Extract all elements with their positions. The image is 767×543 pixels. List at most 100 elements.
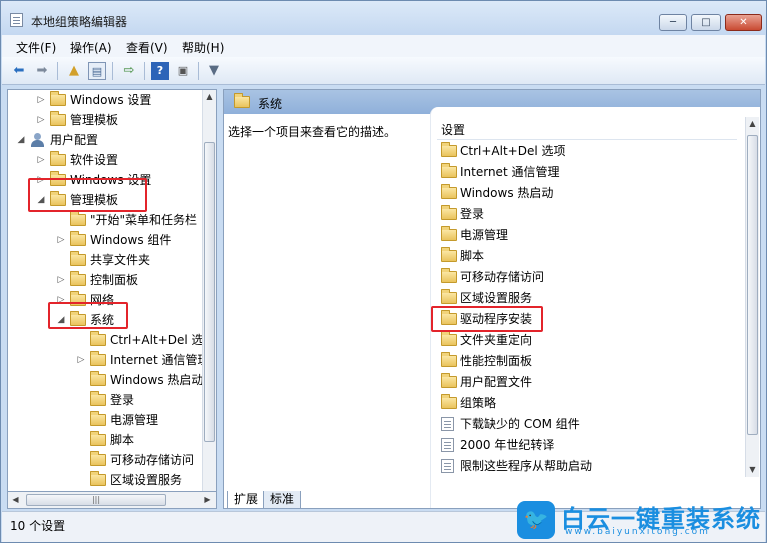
- folder-icon: [50, 111, 66, 126]
- folder-icon: [441, 205, 457, 220]
- folder-icon: [50, 191, 66, 206]
- collapse-arrow-icon[interactable]: ◢: [56, 310, 66, 330]
- properties-icon[interactable]: ▣: [174, 62, 192, 80]
- tree-item[interactable]: ▷ 网络: [8, 290, 204, 310]
- tree-item[interactable]: ▷ 控制面板: [8, 270, 204, 290]
- tree-item[interactable]: Ctrl+Alt+Del 选项: [8, 330, 215, 350]
- minimize-button[interactable]: ─: [659, 14, 687, 31]
- maximize-button[interactable]: □: [691, 14, 721, 31]
- list-item-label: 驱动程序安装: [460, 312, 533, 326]
- expand-arrow-icon[interactable]: ▷: [36, 150, 46, 170]
- tree-item[interactable]: ▷ 软件设置: [8, 150, 204, 170]
- tab-standard[interactable]: 标准: [263, 491, 302, 509]
- toolbar-separator: [198, 62, 199, 80]
- expand-arrow-icon[interactable]: ▷: [56, 230, 66, 250]
- list-vertical-scrollbar[interactable]: ▲ ▼: [745, 117, 759, 477]
- folder-icon: [441, 226, 457, 241]
- scroll-thumb[interactable]: |||: [26, 494, 166, 506]
- tree-item[interactable]: 脚本: [8, 430, 204, 450]
- tree-item[interactable]: 登录: [8, 390, 204, 410]
- menu-view[interactable]: 查看(V): [126, 39, 168, 56]
- tree-item-system[interactable]: ◢ 系统: [8, 310, 204, 330]
- tree-item[interactable]: 可移动存储访问: [8, 450, 204, 470]
- close-button[interactable]: ✕: [725, 14, 762, 31]
- list-item-label: 性能控制面板: [460, 354, 533, 368]
- watermark: 🐦 白云一键重装系统 www.baiyunxitong.com: [517, 499, 765, 541]
- tree-item[interactable]: 电源管理: [8, 410, 204, 430]
- menu-action[interactable]: 操作(A): [70, 39, 112, 56]
- tab-extended[interactable]: 扩展: [227, 491, 266, 509]
- export-list-icon[interactable]: ⇨: [120, 62, 138, 80]
- expand-arrow-icon[interactable]: ▷: [36, 110, 46, 130]
- collapse-arrow-icon[interactable]: ◢: [36, 190, 46, 210]
- bird-logo-icon: 🐦: [517, 501, 555, 539]
- up-folder-icon[interactable]: ▲: [65, 62, 83, 80]
- list-item-label: 登录: [460, 207, 485, 221]
- tree-item-label: 网络: [90, 293, 115, 307]
- tree-item[interactable]: ▷ Windows 设置: [8, 170, 204, 190]
- tree-item[interactable]: "开始"菜单和任务栏: [8, 210, 204, 230]
- column-header-setting[interactable]: 设置: [441, 121, 465, 138]
- expand-arrow-icon[interactable]: ▷: [36, 170, 46, 190]
- scroll-thumb[interactable]: [747, 135, 758, 435]
- tree-item[interactable]: 区域设置服务: [8, 470, 204, 490]
- policy-setting-icon: [441, 417, 454, 431]
- tree-pane[interactable]: ▷ Windows 设置 ▷ 管理模板 ◢ 用户配置 ▷ 软件设置 ▷ Wind…: [7, 89, 217, 509]
- list-item-label: 2000 年世纪转译: [460, 438, 555, 452]
- tree-item-label: 用户配置: [50, 133, 99, 147]
- collapse-arrow-icon[interactable]: ◢: [16, 130, 26, 150]
- policy-setting-icon: [441, 459, 454, 473]
- folder-icon: [441, 352, 457, 367]
- tree-item[interactable]: ▷ Windows 组件: [8, 230, 204, 250]
- title-bar[interactable]: 本地组策略编辑器 ─ □ ✕: [1, 1, 766, 35]
- list-item-label: 用户配置文件: [460, 375, 533, 389]
- scroll-left-arrow-icon[interactable]: ◀: [9, 493, 22, 507]
- scroll-up-arrow-icon[interactable]: ▲: [203, 90, 216, 104]
- menu-file[interactable]: 文件(F): [16, 39, 56, 56]
- folder-icon: [70, 291, 86, 306]
- tree-horizontal-scrollbar[interactable]: ◀ ||| ▶: [7, 491, 217, 509]
- folder-icon: [90, 411, 106, 426]
- toolbar-separator: [57, 62, 58, 80]
- folder-icon: [50, 91, 66, 106]
- tree-item[interactable]: ▷ Windows 设置: [8, 90, 204, 110]
- menu-help[interactable]: 帮助(H): [182, 39, 224, 56]
- list-item-label: 组策略: [460, 396, 497, 410]
- details-header-title: 系统: [258, 97, 283, 111]
- folder-icon: [441, 268, 457, 283]
- expand-arrow-icon[interactable]: ▷: [56, 290, 66, 310]
- scroll-thumb[interactable]: [204, 142, 215, 442]
- tree-item-admin-templates[interactable]: ◢ 管理模板: [8, 190, 204, 210]
- tree-item-label: 电源管理: [110, 413, 159, 427]
- tree-item[interactable]: ▷ 管理模板: [8, 110, 204, 130]
- back-arrow-icon[interactable]: ⬅: [10, 62, 28, 80]
- folder-icon: [90, 351, 106, 366]
- list-item-label: 脚本: [460, 249, 485, 263]
- tree-item-label: Windows 热启动: [110, 373, 204, 387]
- show-hide-tree-icon[interactable]: ▤: [88, 62, 106, 80]
- filter-icon[interactable]: ▼: [205, 62, 223, 80]
- tree-item-label: Windows 设置: [70, 93, 152, 107]
- policy-editor-app-icon: [10, 13, 23, 27]
- folder-icon: [90, 451, 106, 466]
- tree-item-label: Windows 设置: [70, 173, 152, 187]
- scroll-right-arrow-icon[interactable]: ▶: [201, 493, 214, 507]
- toolbar-separator: [112, 62, 113, 80]
- tree-vertical-scrollbar[interactable]: ▲ ▼: [202, 90, 216, 508]
- settings-list[interactable]: 设置 Ctrl+Alt+Del 选项 Internet 通信管理 Windows…: [430, 107, 760, 508]
- expand-arrow-icon[interactable]: ▷: [76, 350, 86, 370]
- help-icon[interactable]: ?: [151, 62, 169, 80]
- tree-item-user-config[interactable]: ◢ 用户配置: [8, 130, 204, 150]
- scroll-down-arrow-icon[interactable]: ▼: [746, 463, 759, 477]
- tree-item[interactable]: Windows 热启动: [8, 370, 204, 390]
- list-item-label: 文件夹重定向: [460, 333, 533, 347]
- tree-item[interactable]: ▷ Internet 通信管理: [8, 350, 209, 370]
- forward-arrow-icon[interactable]: ➡: [33, 62, 51, 80]
- expand-arrow-icon[interactable]: ▷: [36, 90, 46, 110]
- folder-icon: [70, 251, 86, 266]
- tree-item[interactable]: 共享文件夹: [8, 250, 204, 270]
- expand-arrow-icon[interactable]: ▷: [56, 270, 66, 290]
- folder-open-icon: [70, 311, 86, 326]
- folder-icon: [90, 471, 106, 486]
- scroll-up-arrow-icon[interactable]: ▲: [746, 117, 759, 131]
